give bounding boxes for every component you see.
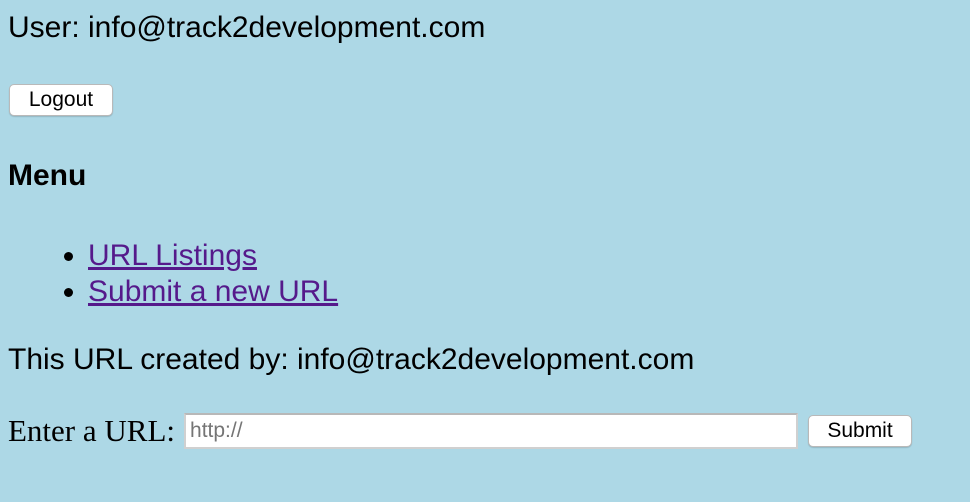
url-listings-link[interactable]: URL Listings — [88, 239, 257, 272]
menu-item-submit-url: Submit a new URL — [88, 274, 338, 310]
menu-heading: Menu — [8, 159, 87, 192]
submit-new-url-link[interactable]: Submit a new URL — [88, 275, 338, 308]
url-label: Enter a URL: — [8, 413, 176, 448]
menu-item-url-listings: URL Listings — [88, 238, 338, 274]
url-input[interactable] — [184, 413, 799, 449]
submit-button[interactable]: Submit — [808, 415, 913, 447]
user-line: User: info@track2development.com — [8, 11, 486, 44]
menu-list: URL Listings Submit a new URL — [0, 238, 338, 310]
logout-button[interactable]: Logout — [9, 84, 113, 116]
created-by-line: This URL created by: info@track2developm… — [8, 343, 695, 376]
url-form: Enter a URL: Submit — [8, 410, 913, 452]
